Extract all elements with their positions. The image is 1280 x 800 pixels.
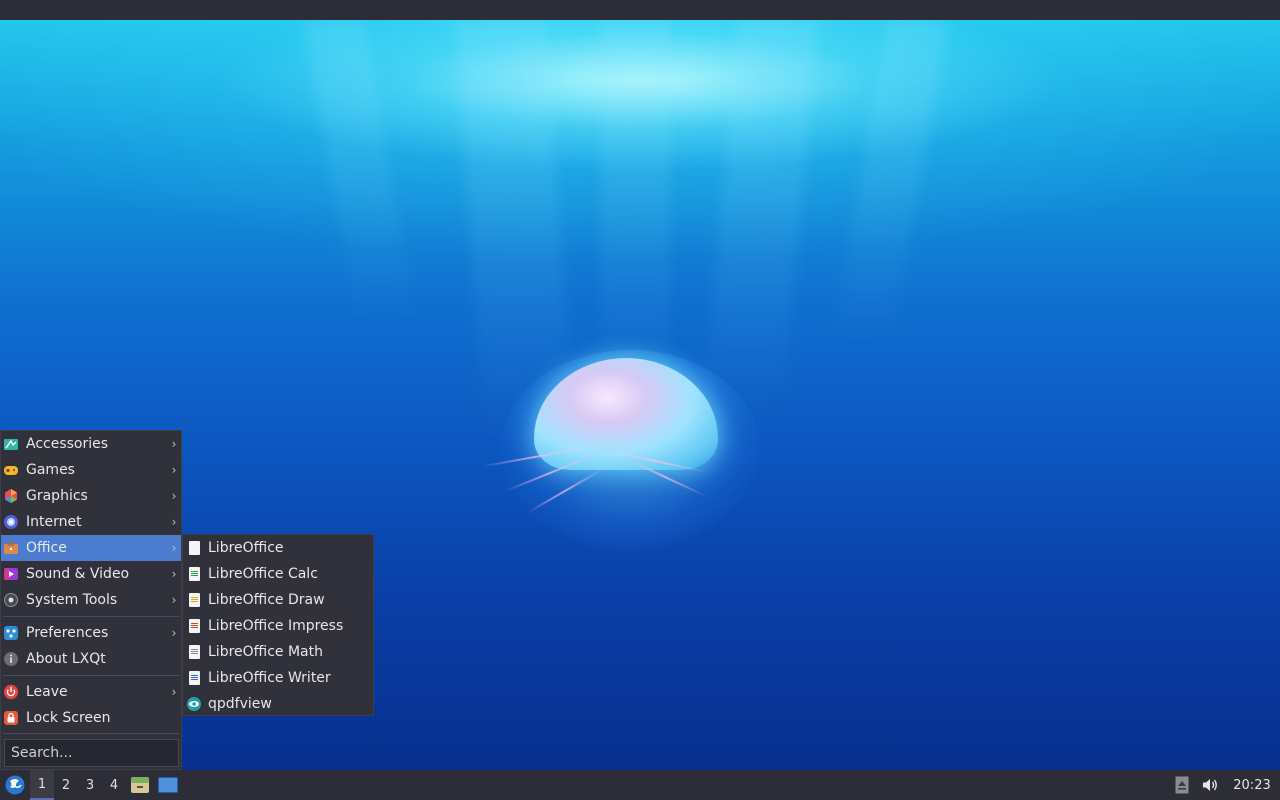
desktop-switch-3[interactable]: 3 <box>78 770 102 800</box>
menu-item-games[interactable]: Games › <box>1 457 181 483</box>
volume-icon <box>1203 779 1217 791</box>
start-menu-button[interactable] <box>0 770 30 800</box>
menu-separator <box>3 733 179 734</box>
menu-item-label: Games <box>26 462 75 478</box>
chevron-right-icon: › <box>171 515 177 529</box>
chevron-right-icon: › <box>171 463 177 477</box>
menu-item-sound-video[interactable]: Sound & Video › <box>1 561 181 587</box>
eject-icon <box>1175 776 1189 794</box>
libreoffice-impress-icon <box>186 618 202 634</box>
menu-separator <box>3 616 179 617</box>
menu-item-label: About LXQt <box>26 651 106 667</box>
libreoffice-draw-icon <box>186 592 202 608</box>
games-icon <box>3 462 19 478</box>
chevron-right-icon: › <box>171 685 177 699</box>
light-ray <box>702 20 818 420</box>
menu-item-preferences[interactable]: Preferences › <box>1 620 181 646</box>
accessories-icon <box>3 436 19 452</box>
menu-item-leave[interactable]: Leave › <box>1 679 181 705</box>
search-placeholder: Search... <box>11 745 73 761</box>
lock-icon <box>3 710 19 726</box>
libreoffice-icon <box>186 540 202 556</box>
clock[interactable]: 20:23 <box>1224 778 1280 793</box>
submenu-item-libreoffice[interactable]: LibreOffice <box>183 535 373 561</box>
submenu-item-label: LibreOffice Calc <box>208 566 318 582</box>
menu-item-label: Accessories <box>26 436 109 452</box>
submenu-item-libreoffice-draw[interactable]: LibreOffice Draw <box>183 587 373 613</box>
libreoffice-math-icon <box>186 644 202 660</box>
desktop-switch-4[interactable]: 4 <box>102 770 126 800</box>
submenu-item-label: LibreOffice Math <box>208 644 323 660</box>
file-manager-launcher[interactable] <box>126 770 154 800</box>
menu-item-label: Leave <box>26 684 68 700</box>
menu-item-accessories[interactable]: Accessories › <box>1 431 181 457</box>
menu-item-about-lxqt[interactable]: About LXQt <box>1 646 181 672</box>
power-icon <box>3 684 19 700</box>
chevron-right-icon: › <box>171 489 177 503</box>
submenu-item-libreoffice-calc[interactable]: LibreOffice Calc <box>183 561 373 587</box>
system-tools-icon <box>3 592 19 608</box>
menu-item-office[interactable]: Office › <box>1 535 181 561</box>
chevron-right-icon: › <box>171 541 177 555</box>
submenu-item-label: LibreOffice Draw <box>208 592 325 608</box>
submenu-item-libreoffice-writer[interactable]: LibreOffice Writer <box>183 665 373 691</box>
libreoffice-calc-icon <box>186 566 202 582</box>
submenu-item-label: LibreOffice <box>208 540 284 556</box>
menu-item-label: Sound & Video <box>26 566 130 582</box>
submenu-item-label: qpdfview <box>208 696 272 712</box>
chevron-right-icon: › <box>171 593 177 607</box>
menu-separator <box>3 675 179 676</box>
graphics-icon <box>3 488 19 504</box>
menu-item-label: Office <box>26 540 67 556</box>
preferences-icon <box>3 625 19 641</box>
menu-item-label: Internet <box>26 514 82 530</box>
menu-item-label: Preferences <box>26 625 109 641</box>
menu-item-lock-screen[interactable]: Lock Screen <box>1 705 181 731</box>
sound-video-icon <box>3 566 19 582</box>
menu-item-graphics[interactable]: Graphics › <box>1 483 181 509</box>
menu-search-input[interactable]: Search... <box>4 739 179 767</box>
qpdfview-icon <box>186 696 202 712</box>
desktop-switch-2[interactable]: 2 <box>54 770 78 800</box>
office-submenu: LibreOffice LibreOffice Calc LibreOffice… <box>182 534 374 716</box>
menu-item-label: Graphics <box>26 488 88 504</box>
submenu-item-label: LibreOffice Writer <box>208 670 331 686</box>
light-ray <box>831 20 949 340</box>
menu-item-label: Lock Screen <box>26 710 111 726</box>
menu-item-internet[interactable]: Internet › <box>1 509 181 535</box>
about-icon <box>3 651 19 667</box>
submenu-item-label: LibreOffice Impress <box>208 618 344 634</box>
desktop-switch-1[interactable]: 1 <box>30 770 54 800</box>
submenu-item-libreoffice-impress[interactable]: LibreOffice Impress <box>183 613 373 639</box>
menu-item-label: System Tools <box>26 592 118 608</box>
chevron-right-icon: › <box>171 567 177 581</box>
taskbar: 1 2 3 4 20:23 <box>0 770 1280 800</box>
libreoffice-writer-icon <box>186 670 202 686</box>
show-desktop-button[interactable] <box>154 770 182 800</box>
submenu-item-libreoffice-math[interactable]: LibreOffice Math <box>183 639 373 665</box>
light-ray <box>600 20 670 400</box>
system-tray: 20:23 <box>1168 770 1280 800</box>
submenu-item-qpdfview[interactable]: qpdfview <box>183 691 373 717</box>
lxqt-logo-icon <box>5 775 25 795</box>
removable-media-button[interactable] <box>1168 770 1196 800</box>
office-icon <box>3 540 19 556</box>
light-ray <box>303 20 417 320</box>
application-menu: Accessories › Games › Graphics › Interne… <box>0 430 182 770</box>
show-desktop-icon <box>158 777 178 793</box>
file-cabinet-icon <box>131 777 149 793</box>
menu-item-system-tools[interactable]: System Tools › <box>1 587 181 613</box>
top-panel <box>0 0 1280 20</box>
chevron-right-icon: › <box>171 437 177 451</box>
chevron-right-icon: › <box>171 626 177 640</box>
internet-icon <box>3 514 19 530</box>
volume-button[interactable] <box>1196 770 1224 800</box>
